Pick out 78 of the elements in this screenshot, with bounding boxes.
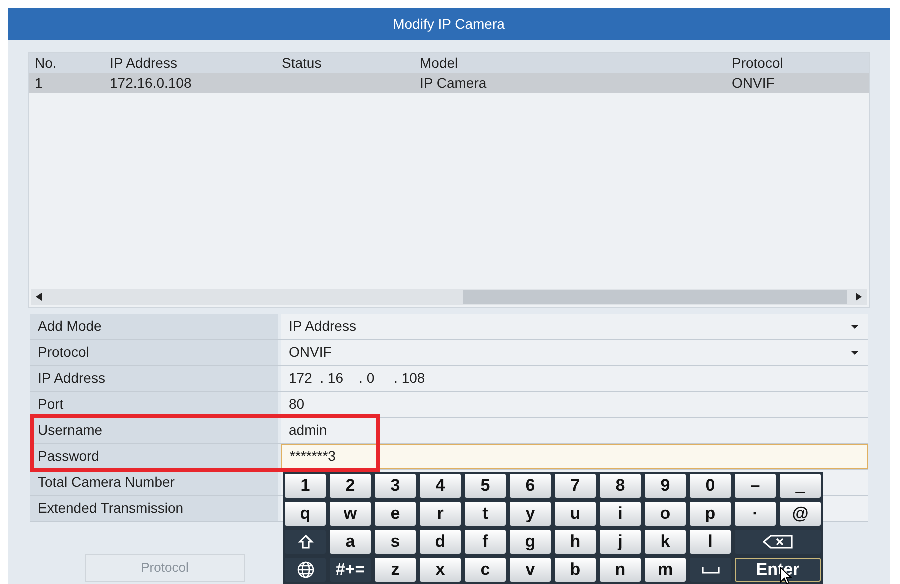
- keyboard-key[interactable]: 0: [690, 474, 731, 498]
- dropdown-field[interactable]: ONVIF: [281, 340, 868, 365]
- field-label: Username: [38, 421, 103, 440]
- keyboard-key[interactable]: n: [600, 558, 641, 582]
- keyboard-key[interactable]: h: [555, 530, 596, 554]
- keyboard-key[interactable]: j: [600, 530, 641, 554]
- keyboard-key[interactable]: 1: [285, 474, 326, 498]
- input-field[interactable]: admin: [281, 418, 868, 443]
- shift-key[interactable]: [285, 530, 326, 554]
- window-title: Modify IP Camera: [8, 8, 890, 40]
- keyboard-key[interactable]: s: [375, 530, 416, 554]
- keyboard-key[interactable]: l: [690, 530, 731, 554]
- keyboard-key[interactable]: d: [420, 530, 461, 554]
- keyboard-key[interactable]: p: [690, 502, 731, 526]
- globe-icon: [296, 561, 314, 579]
- table-cell: 1: [35, 74, 43, 90]
- table-cell: ONVIF: [732, 74, 775, 90]
- keyboard-key[interactable]: _: [780, 474, 821, 498]
- keyboard-key[interactable]: k: [645, 530, 686, 554]
- keyboard-key[interactable]: y: [510, 502, 551, 526]
- keyboard-key[interactable]: 5: [465, 474, 506, 498]
- table-cell: IP Camera: [420, 74, 487, 90]
- column-header: Status: [282, 54, 322, 70]
- keyboard-key[interactable]: 3: [375, 474, 416, 498]
- keyboard-key[interactable]: q: [285, 502, 326, 526]
- keyboard-key[interactable]: o: [645, 502, 686, 526]
- dropdown-arrow-icon: [850, 324, 860, 330]
- globe-key[interactable]: [285, 558, 326, 582]
- column-header: IP Address: [110, 54, 178, 70]
- keyboard-key[interactable]: –: [735, 474, 776, 498]
- field-label: Password: [38, 447, 100, 466]
- dropdown-field[interactable]: IP Address: [281, 314, 868, 339]
- backspace-key[interactable]: [735, 530, 821, 554]
- input-field[interactable]: 80: [281, 392, 868, 417]
- field-label: Port: [38, 395, 64, 414]
- keyboard-key[interactable]: 9: [645, 474, 686, 498]
- keyboard-key[interactable]: ·: [735, 502, 776, 526]
- backspace-icon: [763, 535, 793, 549]
- column-header: Model: [420, 54, 458, 70]
- scrollbar-thumb[interactable]: [463, 290, 847, 304]
- column-header: No.: [35, 54, 57, 70]
- dropdown-arrow-icon: [850, 350, 860, 356]
- keyboard-key[interactable]: t: [465, 502, 506, 526]
- field-label: Protocol: [38, 343, 90, 362]
- space-key[interactable]: [690, 558, 731, 582]
- horizontal-scrollbar[interactable]: [31, 289, 867, 305]
- keyboard-key[interactable]: w: [330, 502, 371, 526]
- keyboard-key[interactable]: b: [555, 558, 596, 582]
- keyboard-key[interactable]: r: [420, 502, 461, 526]
- keyboard-key[interactable]: i: [600, 502, 641, 526]
- keyboard-key[interactable]: @: [780, 502, 821, 526]
- keyboard-key[interactable]: u: [555, 502, 596, 526]
- keyboard-key[interactable]: c: [465, 558, 506, 582]
- keyboard-key[interactable]: 2: [330, 474, 371, 498]
- keyboard-key[interactable]: f: [465, 530, 506, 554]
- field-label: Extended Transmission: [38, 499, 184, 518]
- field-label: Add Mode: [38, 317, 102, 336]
- keyboard-key[interactable]: v: [510, 558, 551, 582]
- keyboard-key[interactable]: x: [420, 558, 461, 582]
- table-cell: 172.16.0.108: [110, 74, 192, 90]
- keyboard-key[interactable]: 7: [555, 474, 596, 498]
- table-row[interactable]: 1 172.16.0.108 IP Camera ONVIF: [29, 73, 869, 93]
- column-header: Protocol: [732, 54, 784, 70]
- input-field[interactable]: *******3: [281, 444, 868, 469]
- keyboard-key[interactable]: 8: [600, 474, 641, 498]
- keyboard-key[interactable]: g: [510, 530, 551, 554]
- keyboard-key[interactable]: #+=: [330, 558, 371, 582]
- keyboard-key[interactable]: a: [330, 530, 371, 554]
- keyboard-key[interactable]: e: [375, 502, 416, 526]
- input-field[interactable]: 172 . 16 . 0 . 108: [281, 366, 868, 391]
- keyboard-key[interactable]: 6: [510, 474, 551, 498]
- field-label: Total Camera Number: [38, 473, 175, 492]
- shift-icon: [298, 534, 314, 550]
- keyboard-key[interactable]: 4: [420, 474, 461, 498]
- keyboard-key[interactable]: m: [645, 558, 686, 582]
- space-icon: [702, 566, 720, 574]
- keyboard-key[interactable]: z: [375, 558, 416, 582]
- field-label: IP Address: [38, 369, 106, 388]
